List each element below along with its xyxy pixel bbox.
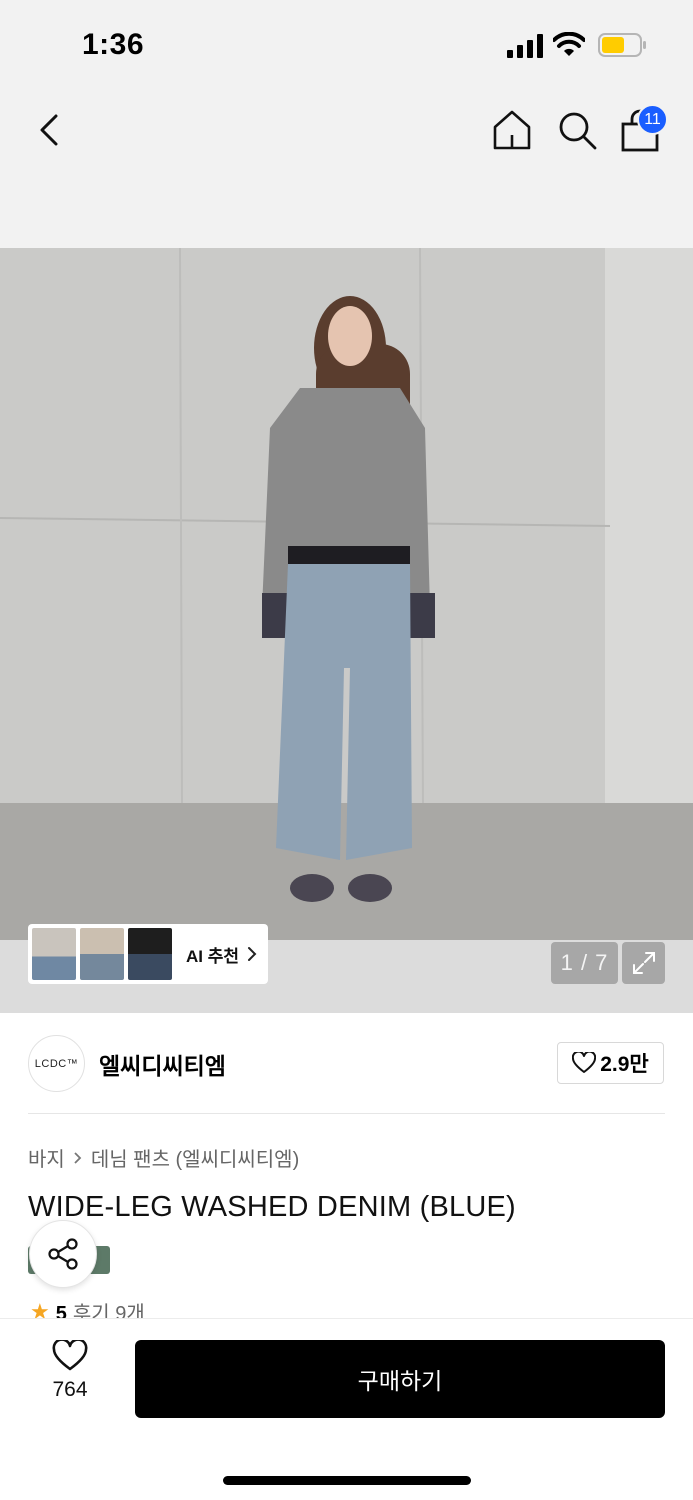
expand-icon: [632, 952, 655, 974]
ai-recommend-label: AI 추천: [186, 946, 240, 966]
ai-recommend-strip[interactable]: AI 추천: [28, 924, 268, 984]
navigation-bar: [0, 92, 693, 248]
chevron-right-icon: [74, 1151, 82, 1164]
share-icon: [48, 1238, 78, 1270]
product-photo: [0, 248, 693, 1013]
wifi-icon: [553, 32, 585, 56]
share-button[interactable]: [29, 1220, 97, 1288]
status-bar: 1:36: [0, 0, 693, 92]
home-icon[interactable]: [490, 108, 534, 152]
product-image[interactable]: [0, 248, 693, 1013]
cart-count-badge: 11: [637, 104, 668, 135]
brand-like-count: 2.9만: [600, 1053, 649, 1076]
chevron-right-icon: [248, 947, 257, 961]
expand-image-button[interactable]: [622, 942, 665, 984]
battery-icon: [598, 33, 646, 57]
status-time: 1:36: [82, 28, 145, 61]
breadcrumb: 바지 데님 팬츠 (엘씨디씨티엠): [28, 1143, 299, 1172]
rating-row[interactable]: ★ 5 후기 9개: [30, 1300, 145, 1318]
buy-button[interactable]: 구매하기: [135, 1340, 665, 1418]
thumbnail-3[interactable]: [128, 928, 172, 980]
product-title: WIDE-LEG WASHED DENIM (BLUE): [28, 1191, 516, 1223]
brand-like-button[interactable]: 2.9만: [557, 1042, 664, 1084]
rating-score: 5: [55, 1303, 67, 1318]
brand-logo[interactable]: LCDC™: [28, 1035, 85, 1092]
home-indicator: [223, 1476, 471, 1485]
heart-icon: [572, 1052, 597, 1073]
wishlist-button[interactable]: 764: [34, 1340, 106, 1418]
wishlist-count: 764: [52, 1378, 88, 1401]
thumbnail-1[interactable]: [32, 928, 76, 980]
heart-icon: [52, 1340, 88, 1371]
image-counter: 1 / 7: [551, 942, 618, 984]
breadcrumb-subcategory[interactable]: 데님 팬츠 (엘씨디씨티엠): [91, 1143, 299, 1172]
review-count: 후기 9개: [72, 1303, 145, 1318]
thumbnail-2[interactable]: [80, 928, 124, 980]
ai-recommend-link[interactable]: AI 추천: [186, 942, 257, 967]
brand-name[interactable]: 엘씨디씨티엠: [99, 1047, 226, 1081]
search-icon[interactable]: [555, 108, 599, 152]
divider: [28, 1113, 665, 1114]
cellular-signal-icon: [507, 34, 543, 58]
breadcrumb-category[interactable]: 바지: [28, 1143, 65, 1172]
chevron-left-icon[interactable]: [30, 110, 70, 150]
star-icon: ★: [30, 1300, 50, 1318]
